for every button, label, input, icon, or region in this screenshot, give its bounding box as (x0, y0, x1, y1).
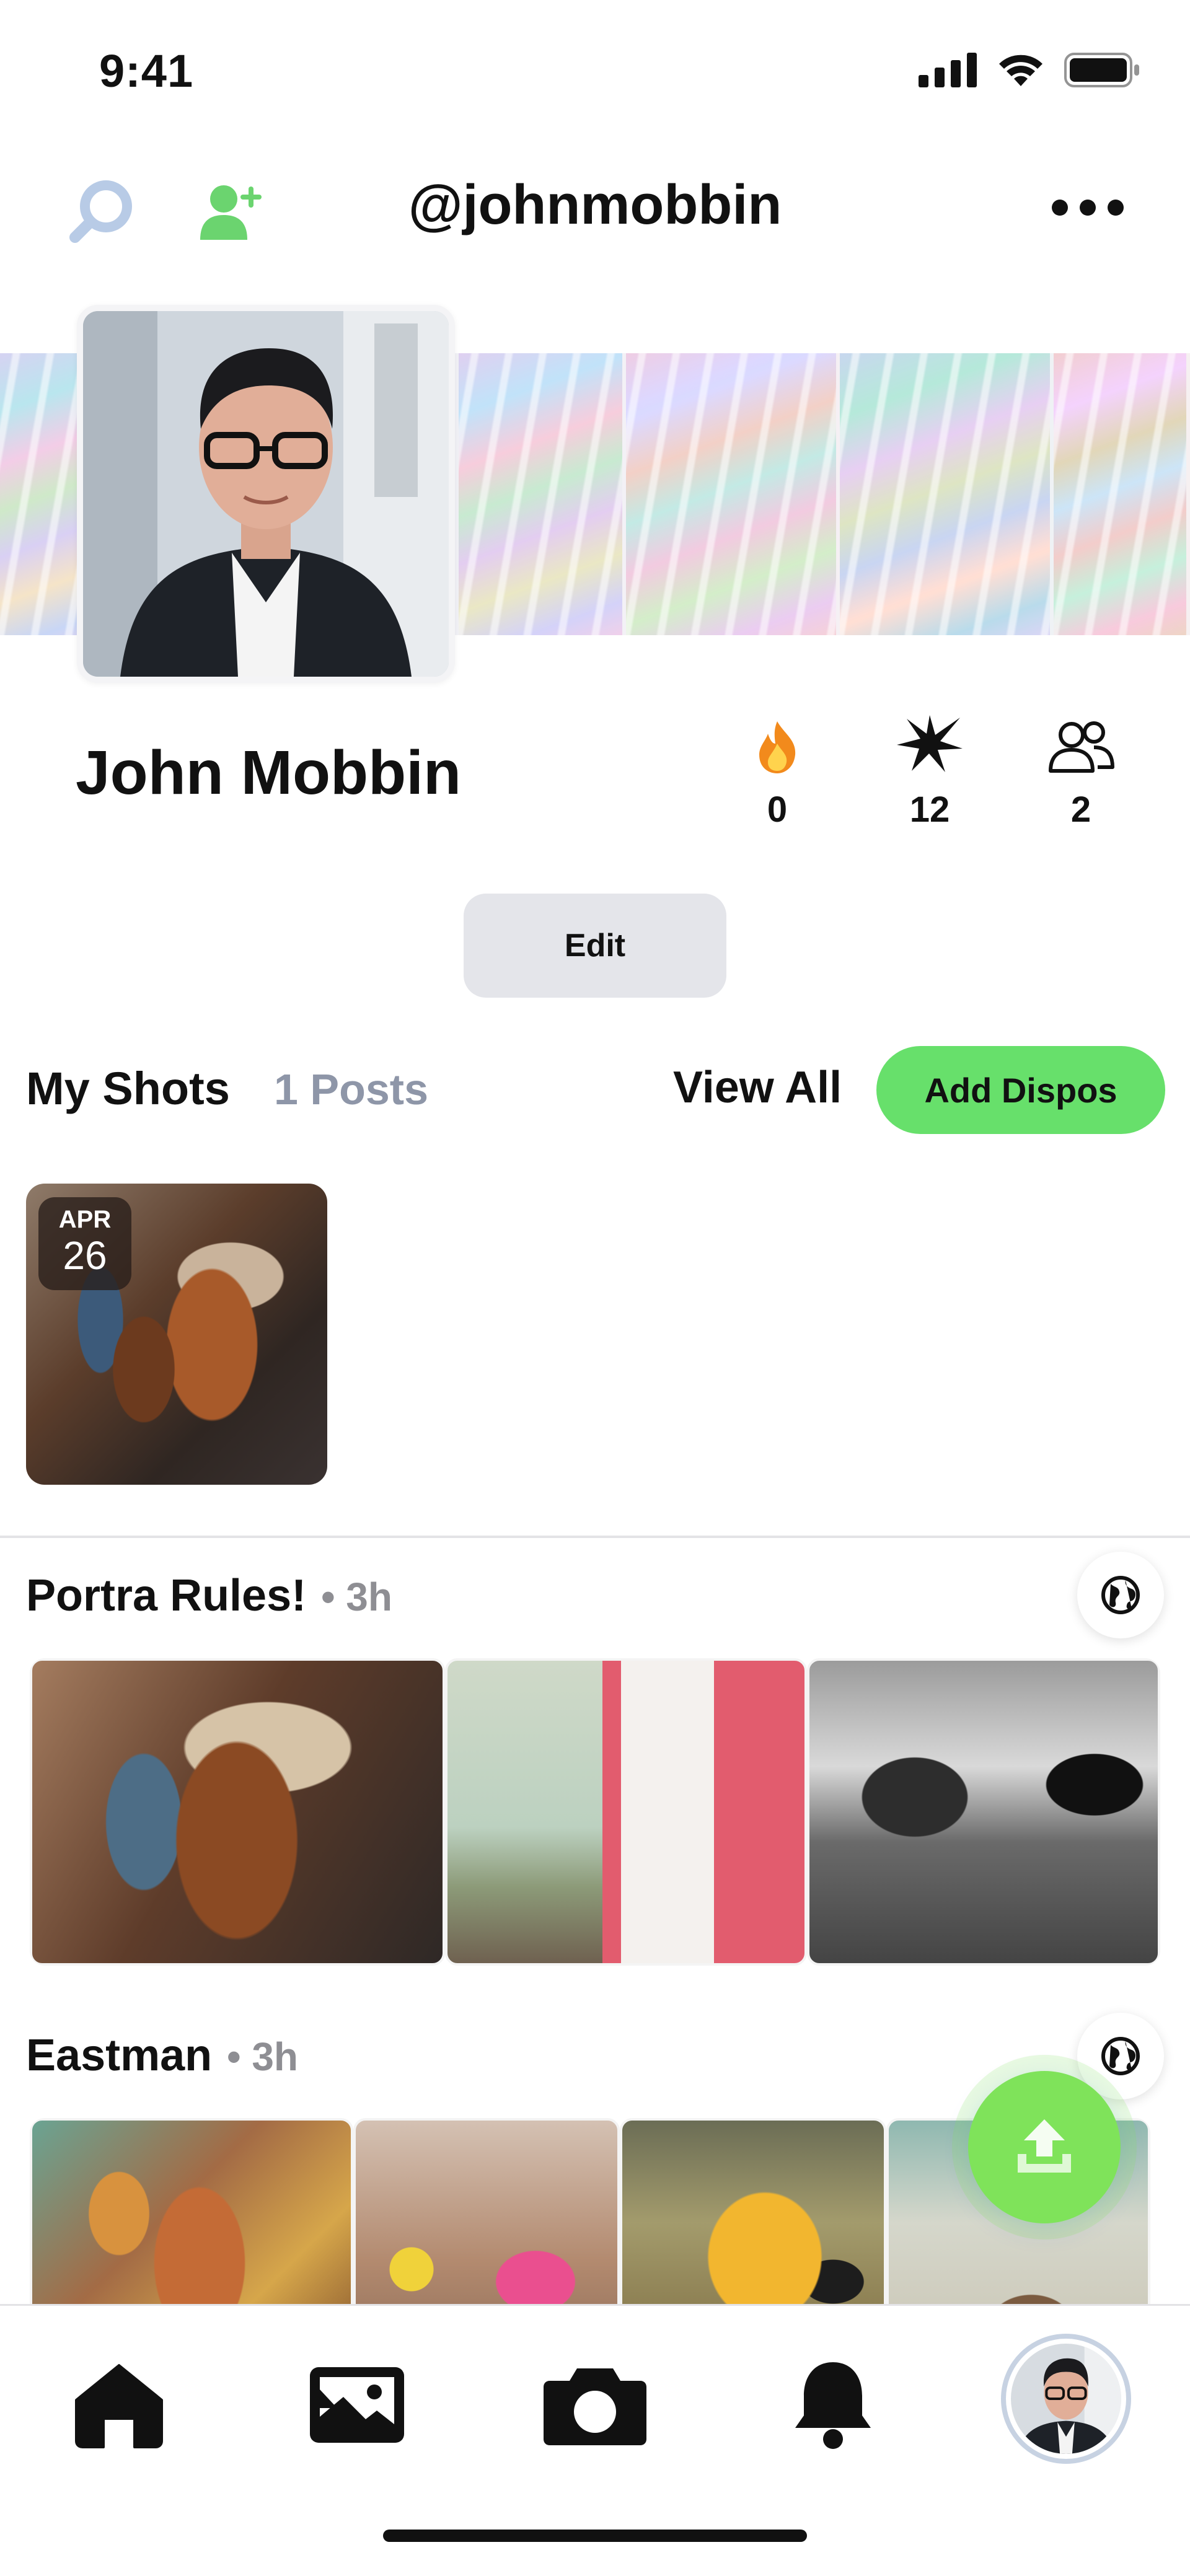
status-icons (919, 52, 1140, 88)
profile-avatar (1001, 2334, 1131, 2464)
home-indicator (383, 2530, 807, 2542)
profile-username: @johnmobbin (408, 174, 782, 236)
banner-tile (459, 353, 626, 635)
edit-profile-button[interactable]: Edit (464, 894, 726, 998)
wifi-icon (999, 55, 1042, 86)
stat-friends[interactable]: 2 (1019, 719, 1143, 830)
bell-icon (795, 2362, 871, 2449)
more-dots-icon (1052, 200, 1124, 216)
post-time: • 3h (227, 2034, 299, 2079)
sparkle-icon (897, 715, 963, 772)
shot-date-badge: APR 26 (38, 1197, 131, 1290)
signal-icon (919, 53, 977, 87)
shot-day: 26 (63, 1233, 107, 1278)
my-shots-count: 1 Posts (274, 1065, 428, 1114)
banner-tile (840, 353, 1054, 635)
friends-icon (1049, 721, 1114, 773)
upload-icon (1018, 2119, 1071, 2173)
post-photo[interactable] (807, 1658, 1160, 1966)
view-all-link[interactable]: View All (673, 1062, 842, 1113)
home-icon (75, 2364, 163, 2448)
post-header: Portra Rules! • 3h (26, 1570, 392, 1621)
battery-icon (1064, 53, 1139, 87)
profile-name: John Mobbin (76, 738, 462, 807)
stat-friends-value: 2 (1070, 789, 1091, 830)
post-photo[interactable] (620, 2118, 886, 2316)
globe-icon (1101, 1576, 1140, 1614)
upload-button[interactable] (968, 2071, 1121, 2223)
shot-month: APR (58, 1206, 112, 1233)
section-divider (0, 1536, 1190, 1538)
more-button[interactable] (1047, 180, 1128, 235)
tab-camera[interactable] (533, 2343, 657, 2467)
status-time: 9:41 (99, 45, 194, 97)
post-photo[interactable] (30, 1658, 445, 1966)
flame-icon (759, 721, 796, 773)
camera-icon (544, 2368, 646, 2445)
my-shots-title: My Shots (26, 1063, 230, 1114)
profile-avatar-large[interactable] (77, 305, 455, 683)
post-photo[interactable] (30, 2118, 353, 2316)
post-visibility-button[interactable] (1077, 1552, 1164, 1638)
post-time: • 3h (321, 1575, 392, 1619)
post-photo[interactable] (445, 1658, 807, 1966)
post-title: Portra Rules! (26, 1571, 307, 1620)
stat-flames[interactable]: 0 (715, 719, 839, 830)
tab-gallery[interactable] (295, 2343, 419, 2467)
post-title: Eastman (26, 2031, 213, 2080)
globe-icon (1101, 2037, 1140, 2075)
banner-tile (626, 353, 840, 635)
tab-home[interactable] (57, 2343, 181, 2467)
banner-tile (1054, 353, 1190, 635)
post-header: Eastman • 3h (26, 2030, 298, 2081)
tab-notifications[interactable] (771, 2343, 895, 2467)
gallery-icon (310, 2367, 404, 2443)
post-photo[interactable] (353, 2118, 620, 2316)
stat-sparkles-value: 12 (909, 789, 950, 830)
tab-profile[interactable] (998, 2331, 1134, 2467)
profile-photo (83, 311, 449, 677)
stat-flames-value: 0 (767, 789, 788, 830)
post-photo-strip[interactable] (30, 1658, 1160, 1966)
stat-sparkles[interactable]: 12 (868, 713, 992, 830)
add-dispos-button[interactable]: Add Dispos (876, 1046, 1165, 1134)
